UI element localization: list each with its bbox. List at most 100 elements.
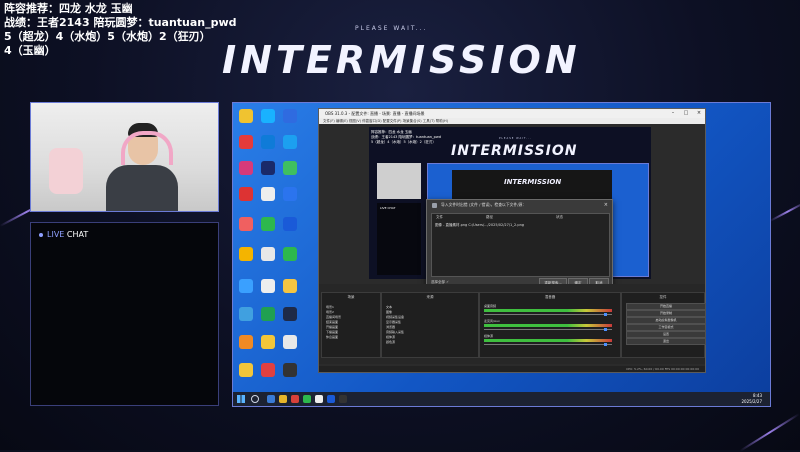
streamer <box>106 121 178 211</box>
desktop-icon[interactable] <box>283 279 297 293</box>
search-icon[interactable] <box>251 395 259 403</box>
volume-slider[interactable] <box>484 344 612 345</box>
taskbar-clock[interactable]: 8:43 2025/2/27 <box>741 393 762 405</box>
desktop-icon[interactable] <box>261 135 275 149</box>
audio-meter <box>484 339 612 342</box>
taskbar-app-icon[interactable] <box>291 395 299 403</box>
desktop-icon[interactable] <box>283 109 297 123</box>
missing-files-dialog[interactable]: 导入文件时出错 (文件 / 错误)，检查以下文件/源： × 文件 路径 状态 图… <box>426 199 613 293</box>
volume-knob[interactable] <box>604 343 607 346</box>
obs-menubar[interactable]: 文件(F) 编辑(E) 视图(V) 停靠窗口(D) 配置文件(P) 场景集合(S… <box>319 118 705 124</box>
desktop-icon[interactable] <box>239 335 253 349</box>
desktop-icon[interactable] <box>261 217 275 231</box>
volume-knob[interactable] <box>604 313 607 316</box>
desktop-icon[interactable] <box>261 363 275 377</box>
desktop-icon[interactable] <box>239 217 253 231</box>
taskbar-app-icon[interactable] <box>339 395 347 403</box>
scene-item[interactable]: 休息画面 <box>326 335 338 339</box>
controls-header: 控件 <box>659 295 667 299</box>
settings-button[interactable]: 设置 <box>626 331 706 338</box>
audio-mixer-dock[interactable]: 混音器 桌面音频 麦克风/Aux 媒体源 <box>479 292 621 358</box>
lineup-line: 阵容推荐：四龙 水龙 玉幽 <box>4 2 133 15</box>
source-item[interactable]: 显示器采集 <box>386 320 401 324</box>
desktop-icon[interactable] <box>283 217 297 231</box>
mixer-label: 桌面音频 <box>484 304 497 308</box>
table-row[interactable]: 图像 - 直播素材.png C:/Users/.../2025/02/27/1_… <box>432 222 609 228</box>
desktop-icon[interactable] <box>283 363 297 377</box>
desktop-icon[interactable] <box>239 279 253 293</box>
desktop-icon[interactable] <box>283 335 297 349</box>
source-item[interactable]: 视频采集设备 <box>386 315 404 319</box>
volume-slider[interactable] <box>484 329 612 330</box>
desktop-icon[interactable] <box>283 307 297 321</box>
scenes-header: 场景 <box>347 295 355 299</box>
start-streaming-button[interactable]: 开始直播 <box>626 303 706 310</box>
chat-word: CHAT <box>66 230 89 239</box>
nested-title: INTERMISSION <box>504 178 562 186</box>
scene-item[interactable]: 场景2 <box>326 310 334 314</box>
minimize-icon[interactable]: – <box>667 109 679 118</box>
obs-titlebar[interactable]: OBS 31.0.3 - 配置文件: 直播 - 场景: 直播 - 直播间场景 –… <box>319 109 705 118</box>
close-icon[interactable]: × <box>693 109 705 118</box>
record-line: 战绩：王者2143 陪玩圆梦：tuantuan_pwd <box>4 16 237 29</box>
desktop-icon[interactable] <box>239 247 253 261</box>
exit-button[interactable]: 退出 <box>626 338 706 345</box>
desktop-icon[interactable] <box>239 161 253 175</box>
missing-files-table[interactable]: 文件 路径 状态 图像 - 直播素材.png C:/Users/.../2025… <box>431 213 610 277</box>
source-item[interactable]: 音频输入采集 <box>386 330 404 334</box>
source-item[interactable]: 颜色源 <box>386 340 395 344</box>
scene-item[interactable]: 下播画面 <box>326 330 338 334</box>
sources-dock[interactable]: 来源 文本 图像 视频采集设备 显示器采集 浏览器 音频输入采集 媒体源 颜色源 <box>381 292 479 358</box>
desktop-icon[interactable] <box>239 363 253 377</box>
taskbar-app-icon[interactable] <box>279 395 287 403</box>
desktop-icon[interactable] <box>283 187 297 201</box>
live-chat-panel: LIVE CHAT <box>30 222 219 406</box>
scenes-dock[interactable]: 场景 场景1 场景2 直播间场景 结束画面 开播画面 下播画面 休息画面 <box>321 292 381 358</box>
preview-overlay-text: 阵容推荐：四龙 水龙 玉幽 战绩：王者2143 陪玩圆梦：tuantuan_pw… <box>371 130 441 145</box>
desktop-icon[interactable] <box>239 307 253 321</box>
desktop-icon[interactable] <box>261 335 275 349</box>
desktop-icon[interactable] <box>283 135 297 149</box>
dialog-close-icon[interactable]: × <box>604 200 608 210</box>
desktop-icon[interactable] <box>283 247 297 261</box>
clock-date: 2025/2/27 <box>741 399 762 404</box>
source-item[interactable]: 浏览器 <box>386 325 395 329</box>
composition-line: 5（超龙）4（水炮）5（水炮）2（狂刃） <box>4 30 211 43</box>
desktop-icon[interactable] <box>261 161 275 175</box>
source-item[interactable]: 图像 <box>386 310 392 314</box>
column-header: 路径 <box>486 215 493 219</box>
controls-dock[interactable]: 控件 开始直播 开始录制 启动虚拟摄像机 工作室模式 设置 退出 <box>621 292 706 358</box>
desktop-icon[interactable] <box>239 135 253 149</box>
live-dot-icon <box>39 232 43 237</box>
desktop-icon[interactable] <box>261 279 275 293</box>
scene-item[interactable]: 场景1 <box>326 305 334 309</box>
taskbar-app-icon[interactable] <box>327 395 335 403</box>
volume-knob[interactable] <box>604 328 607 331</box>
desktop-icon[interactable] <box>261 109 275 123</box>
scene-item[interactable]: 开播画面 <box>326 325 338 329</box>
source-item[interactable]: 媒体源 <box>386 335 395 339</box>
virtual-camera-button[interactable]: 启动虚拟摄像机 <box>626 317 706 324</box>
desktop-icon[interactable] <box>239 109 253 123</box>
windows-start-icon[interactable] <box>237 395 245 403</box>
obs-window[interactable]: OBS 31.0.3 - 配置文件: 直播 - 场景: 直播 - 直播间场景 –… <box>318 108 706 373</box>
taskbar-app-icon[interactable] <box>315 395 323 403</box>
mixer-label: 媒体源 <box>484 334 494 338</box>
desktop-icon[interactable] <box>261 247 275 261</box>
please-wait-subtitle: PLEASE WAIT... <box>355 25 428 32</box>
volume-slider[interactable] <box>484 314 612 315</box>
windows-taskbar: 8:43 2025/2/27 <box>233 392 770 406</box>
desktop-icon[interactable] <box>261 307 275 321</box>
scene-item[interactable]: 结束画面 <box>326 320 338 324</box>
desktop-icon[interactable] <box>239 187 253 201</box>
maximize-icon[interactable]: □ <box>680 109 692 118</box>
source-item[interactable]: 文本 <box>386 305 392 309</box>
start-recording-button[interactable]: 开始录制 <box>626 310 706 317</box>
desktop-icon[interactable] <box>283 161 297 175</box>
taskbar-app-icon[interactable] <box>267 395 275 403</box>
webcam-feed <box>30 102 219 212</box>
studio-mode-button[interactable]: 工作室模式 <box>626 324 706 331</box>
scene-item[interactable]: 直播间场景 <box>326 315 341 319</box>
desktop-icon[interactable] <box>261 187 275 201</box>
taskbar-app-icon[interactable] <box>303 395 311 403</box>
